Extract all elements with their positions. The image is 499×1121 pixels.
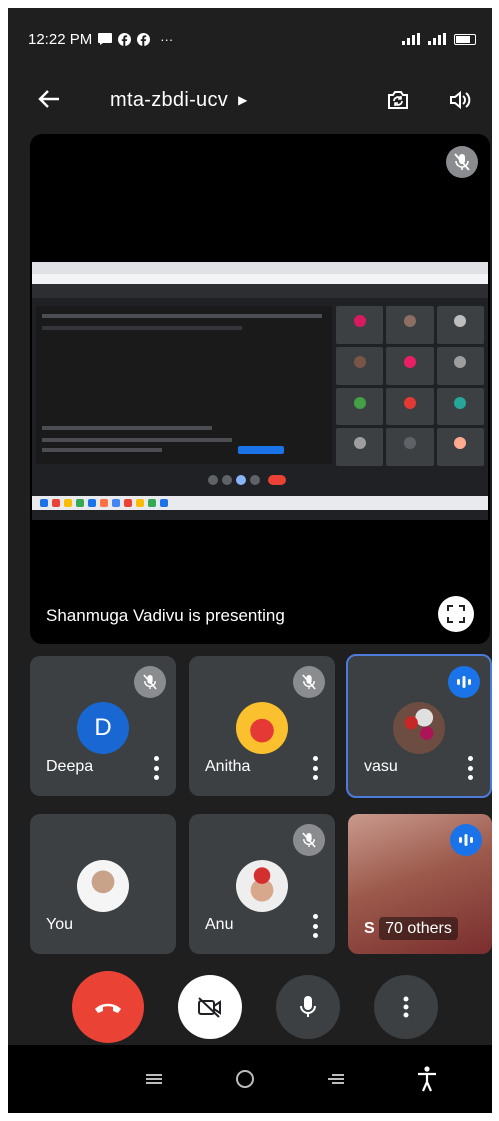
more-icon: ··· — [160, 31, 174, 47]
caret-right-icon[interactable]: ▶ — [238, 93, 247, 107]
participant-name: Anitha — [205, 758, 251, 775]
facebook-icon — [118, 32, 132, 46]
accessibility-icon[interactable] — [407, 1059, 447, 1099]
others-count: 70 others — [379, 917, 458, 940]
speaking-indicator-icon — [448, 666, 480, 698]
avatar — [236, 702, 288, 754]
back-arrow-icon[interactable] — [38, 84, 74, 116]
others-count-label: S 70 others — [364, 917, 458, 940]
participant-tile-anu[interactable]: Anu — [189, 814, 335, 954]
message-icon — [98, 33, 113, 45]
more-options-icon[interactable] — [152, 756, 160, 780]
shared-meet-toolbar — [32, 472, 488, 488]
battery-icon — [454, 33, 476, 45]
shared-screen — [32, 262, 488, 520]
shared-participant-grid — [336, 306, 484, 466]
presentation-tile[interactable]: Shanmuga Vadivu is presenting — [30, 134, 490, 644]
more-options-icon[interactable] — [311, 914, 319, 938]
system-navigation-bar — [8, 1045, 492, 1113]
recent-apps-icon[interactable] — [134, 1059, 174, 1099]
participant-tile-vasu[interactable]: vasu — [346, 654, 492, 798]
muted-mic-icon — [293, 666, 325, 698]
shared-meet-header — [32, 284, 488, 298]
shared-taskbar — [32, 496, 488, 510]
presenter-muted-mic-icon — [446, 146, 478, 178]
avatar — [393, 702, 445, 754]
participant-name: Deepa — [46, 758, 94, 775]
more-options-icon[interactable] — [466, 756, 474, 780]
shared-blue-button — [238, 446, 284, 454]
status-bar: 12:22 PM ··· — [8, 8, 492, 70]
top-app-bar: mta-zbdi-ucv ▶ — [8, 70, 492, 130]
camera-off-button[interactable] — [178, 975, 242, 1039]
call-controls — [8, 970, 492, 1044]
more-options-button[interactable] — [374, 975, 438, 1039]
others-prefix: S — [364, 920, 375, 937]
speaker-icon[interactable] — [446, 86, 474, 114]
participant-tile-deepa[interactable]: D Deepa — [30, 656, 176, 796]
avatar — [236, 860, 288, 912]
participant-name: Anu — [205, 916, 234, 933]
participant-tile-anitha[interactable]: Anitha — [189, 656, 335, 796]
presenting-label: Shanmuga Vadivu is presenting — [46, 606, 285, 625]
status-time: 12:22 PM — [28, 30, 93, 48]
home-icon[interactable] — [225, 1059, 265, 1099]
shared-browser-address-bar — [32, 274, 488, 284]
end-call-button[interactable] — [72, 971, 144, 1043]
switch-camera-icon[interactable] — [384, 86, 412, 114]
muted-mic-icon — [134, 666, 166, 698]
wifi-signal-icon — [402, 33, 420, 45]
muted-mic-icon — [293, 824, 325, 856]
avatar — [77, 860, 129, 912]
facebook-icon — [137, 32, 151, 46]
shared-content-area — [36, 306, 332, 464]
fullscreen-icon[interactable] — [438, 596, 474, 632]
participant-name: You — [46, 916, 73, 933]
cell-signal-icon — [428, 33, 446, 45]
participant-tile-you[interactable]: You — [30, 814, 176, 954]
speaking-indicator-icon — [450, 824, 482, 856]
meeting-code[interactable]: mta-zbdi-ucv — [110, 89, 228, 112]
microphone-button[interactable] — [276, 975, 340, 1039]
meet-screen: 12:22 PM ··· mta-zbdi-ucv ▶ Shanmuga Vad… — [8, 8, 492, 1113]
participant-name: vasu — [364, 758, 398, 775]
others-tile[interactable]: S 70 others — [348, 814, 492, 954]
avatar: D — [77, 702, 129, 754]
shared-browser-tabs — [32, 262, 488, 274]
back-nav-icon[interactable] — [316, 1059, 356, 1099]
more-options-icon[interactable] — [311, 756, 319, 780]
